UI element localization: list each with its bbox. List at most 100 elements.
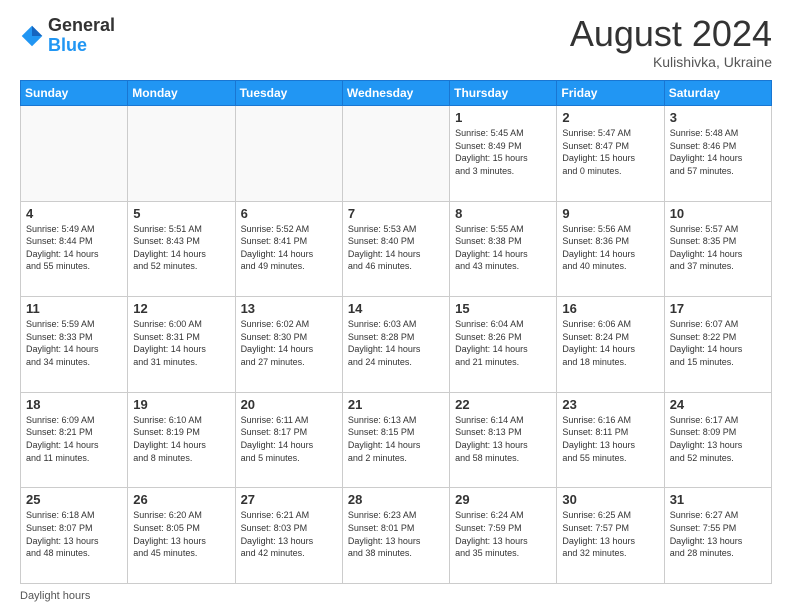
col-friday: Friday bbox=[557, 81, 664, 106]
calendar-cell: 1 Sunrise: 5:45 AM Sunset: 8:49 PM Daylig… bbox=[450, 106, 557, 202]
calendar-cell: 21 Sunrise: 6:13 AM Sunset: 8:15 PM Dayli… bbox=[342, 392, 449, 488]
calendar-cell: 28 Sunrise: 6:23 AM Sunset: 8:01 PM Dayli… bbox=[342, 488, 449, 584]
day-info: Sunrise: 6:18 AM Sunset: 8:07 PM Dayligh… bbox=[26, 509, 122, 559]
day-info: Sunrise: 6:23 AM Sunset: 8:01 PM Dayligh… bbox=[348, 509, 444, 559]
day-number: 27 bbox=[241, 492, 337, 507]
calendar-cell: 8 Sunrise: 5:55 AM Sunset: 8:38 PM Daylig… bbox=[450, 201, 557, 297]
calendar-cell: 29 Sunrise: 6:24 AM Sunset: 7:59 PM Dayli… bbox=[450, 488, 557, 584]
day-info: Sunrise: 6:14 AM Sunset: 8:13 PM Dayligh… bbox=[455, 414, 551, 464]
day-info: Sunrise: 6:20 AM Sunset: 8:05 PM Dayligh… bbox=[133, 509, 229, 559]
calendar-week-4: 25 Sunrise: 6:18 AM Sunset: 8:07 PM Dayli… bbox=[21, 488, 772, 584]
day-number: 10 bbox=[670, 206, 766, 221]
calendar-cell: 12 Sunrise: 6:00 AM Sunset: 8:31 PM Dayli… bbox=[128, 297, 235, 393]
day-info: Sunrise: 5:47 AM Sunset: 8:47 PM Dayligh… bbox=[562, 127, 658, 177]
col-tuesday: Tuesday bbox=[235, 81, 342, 106]
day-number: 3 bbox=[670, 110, 766, 125]
day-number: 29 bbox=[455, 492, 551, 507]
calendar-cell: 18 Sunrise: 6:09 AM Sunset: 8:21 PM Dayli… bbox=[21, 392, 128, 488]
day-info: Sunrise: 5:45 AM Sunset: 8:49 PM Dayligh… bbox=[455, 127, 551, 177]
day-number: 26 bbox=[133, 492, 229, 507]
day-number: 12 bbox=[133, 301, 229, 316]
calendar-cell: 10 Sunrise: 5:57 AM Sunset: 8:35 PM Dayli… bbox=[664, 201, 771, 297]
calendar-cell: 15 Sunrise: 6:04 AM Sunset: 8:26 PM Dayli… bbox=[450, 297, 557, 393]
day-info: Sunrise: 6:07 AM Sunset: 8:22 PM Dayligh… bbox=[670, 318, 766, 368]
calendar-cell: 13 Sunrise: 6:02 AM Sunset: 8:30 PM Dayli… bbox=[235, 297, 342, 393]
day-info: Sunrise: 5:55 AM Sunset: 8:38 PM Dayligh… bbox=[455, 223, 551, 273]
day-info: Sunrise: 6:16 AM Sunset: 8:11 PM Dayligh… bbox=[562, 414, 658, 464]
day-number: 5 bbox=[133, 206, 229, 221]
day-number: 13 bbox=[241, 301, 337, 316]
day-info: Sunrise: 5:51 AM Sunset: 8:43 PM Dayligh… bbox=[133, 223, 229, 273]
day-info: Sunrise: 5:56 AM Sunset: 8:36 PM Dayligh… bbox=[562, 223, 658, 273]
calendar-cell: 20Sunrise: 6:11 AM Sunset: 8:17 PM Dayli… bbox=[235, 392, 342, 488]
day-info: Sunrise: 6:21 AM Sunset: 8:03 PM Dayligh… bbox=[241, 509, 337, 559]
day-info: Sunrise: 5:49 AM Sunset: 8:44 PM Dayligh… bbox=[26, 223, 122, 273]
calendar-cell: 3 Sunrise: 5:48 AM Sunset: 8:46 PM Daylig… bbox=[664, 106, 771, 202]
day-number: 21 bbox=[348, 397, 444, 412]
calendar-cell: 2 Sunrise: 5:47 AM Sunset: 8:47 PM Daylig… bbox=[557, 106, 664, 202]
day-info: Sunrise: 6:24 AM Sunset: 7:59 PM Dayligh… bbox=[455, 509, 551, 559]
day-number: 16 bbox=[562, 301, 658, 316]
col-monday: Monday bbox=[128, 81, 235, 106]
day-number: 31 bbox=[670, 492, 766, 507]
calendar-header-row: Sunday Monday Tuesday Wednesday Thursday… bbox=[21, 81, 772, 106]
calendar-cell: 9Sunrise: 5:56 AM Sunset: 8:36 PM Daylig… bbox=[557, 201, 664, 297]
logo-icon bbox=[20, 24, 44, 48]
page: General Blue August 2024 Kulishivka, Ukr… bbox=[0, 0, 792, 612]
calendar-cell: 31 Sunrise: 6:27 AM Sunset: 7:55 PM Dayli… bbox=[664, 488, 771, 584]
day-number: 15 bbox=[455, 301, 551, 316]
day-number: 7 bbox=[348, 206, 444, 221]
calendar-cell bbox=[128, 106, 235, 202]
day-info: Sunrise: 6:17 AM Sunset: 8:09 PM Dayligh… bbox=[670, 414, 766, 464]
calendar-cell: 4Sunrise: 5:49 AM Sunset: 8:44 PM Daylig… bbox=[21, 201, 128, 297]
location: Kulishivka, Ukraine bbox=[570, 54, 772, 70]
logo-text: General Blue bbox=[48, 16, 115, 56]
calendar: Sunday Monday Tuesday Wednesday Thursday… bbox=[20, 80, 772, 584]
calendar-cell: 30Sunrise: 6:25 AM Sunset: 7:57 PM Dayli… bbox=[557, 488, 664, 584]
day-info: Sunrise: 6:06 AM Sunset: 8:24 PM Dayligh… bbox=[562, 318, 658, 368]
day-info: Sunrise: 6:27 AM Sunset: 7:55 PM Dayligh… bbox=[670, 509, 766, 559]
day-number: 23 bbox=[562, 397, 658, 412]
calendar-week-1: 4Sunrise: 5:49 AM Sunset: 8:44 PM Daylig… bbox=[21, 201, 772, 297]
day-number: 1 bbox=[455, 110, 551, 125]
day-info: Sunrise: 5:57 AM Sunset: 8:35 PM Dayligh… bbox=[670, 223, 766, 273]
day-info: Sunrise: 6:00 AM Sunset: 8:31 PM Dayligh… bbox=[133, 318, 229, 368]
day-number: 8 bbox=[455, 206, 551, 221]
day-info: Sunrise: 6:09 AM Sunset: 8:21 PM Dayligh… bbox=[26, 414, 122, 464]
calendar-cell: 5 Sunrise: 5:51 AM Sunset: 8:43 PM Daylig… bbox=[128, 201, 235, 297]
day-info: Sunrise: 6:04 AM Sunset: 8:26 PM Dayligh… bbox=[455, 318, 551, 368]
calendar-cell: 24Sunrise: 6:17 AM Sunset: 8:09 PM Dayli… bbox=[664, 392, 771, 488]
day-number: 28 bbox=[348, 492, 444, 507]
day-number: 18 bbox=[26, 397, 122, 412]
day-info: Sunrise: 5:52 AM Sunset: 8:41 PM Dayligh… bbox=[241, 223, 337, 273]
logo: General Blue bbox=[20, 16, 115, 56]
day-info: Sunrise: 6:02 AM Sunset: 8:30 PM Dayligh… bbox=[241, 318, 337, 368]
day-number: 6 bbox=[241, 206, 337, 221]
calendar-cell: 22 Sunrise: 6:14 AM Sunset: 8:13 PM Dayli… bbox=[450, 392, 557, 488]
day-number: 22 bbox=[455, 397, 551, 412]
calendar-cell: 11Sunrise: 5:59 AM Sunset: 8:33 PM Dayli… bbox=[21, 297, 128, 393]
calendar-cell: 7 Sunrise: 5:53 AM Sunset: 8:40 PM Daylig… bbox=[342, 201, 449, 297]
col-wednesday: Wednesday bbox=[342, 81, 449, 106]
calendar-cell: 23 Sunrise: 6:16 AM Sunset: 8:11 PM Dayli… bbox=[557, 392, 664, 488]
calendar-body: 1 Sunrise: 5:45 AM Sunset: 8:49 PM Daylig… bbox=[21, 106, 772, 584]
day-number: 25 bbox=[26, 492, 122, 507]
day-number: 19 bbox=[133, 397, 229, 412]
day-info: Sunrise: 5:48 AM Sunset: 8:46 PM Dayligh… bbox=[670, 127, 766, 177]
day-number: 2 bbox=[562, 110, 658, 125]
day-info: Sunrise: 6:13 AM Sunset: 8:15 PM Dayligh… bbox=[348, 414, 444, 464]
col-saturday: Saturday bbox=[664, 81, 771, 106]
calendar-cell: 14Sunrise: 6:03 AM Sunset: 8:28 PM Dayli… bbox=[342, 297, 449, 393]
day-info: Sunrise: 5:53 AM Sunset: 8:40 PM Dayligh… bbox=[348, 223, 444, 273]
day-number: 11 bbox=[26, 301, 122, 316]
calendar-cell bbox=[21, 106, 128, 202]
day-info: Sunrise: 6:11 AM Sunset: 8:17 PM Dayligh… bbox=[241, 414, 337, 464]
calendar-week-0: 1 Sunrise: 5:45 AM Sunset: 8:49 PM Daylig… bbox=[21, 106, 772, 202]
day-info: Sunrise: 6:03 AM Sunset: 8:28 PM Dayligh… bbox=[348, 318, 444, 368]
month-year: August 2024 bbox=[570, 16, 772, 52]
calendar-cell: 17Sunrise: 6:07 AM Sunset: 8:22 PM Dayli… bbox=[664, 297, 771, 393]
calendar-cell bbox=[342, 106, 449, 202]
header: General Blue August 2024 Kulishivka, Ukr… bbox=[20, 16, 772, 70]
calendar-cell: 27 Sunrise: 6:21 AM Sunset: 8:03 PM Dayli… bbox=[235, 488, 342, 584]
calendar-cell: 6 Sunrise: 5:52 AM Sunset: 8:41 PM Daylig… bbox=[235, 201, 342, 297]
